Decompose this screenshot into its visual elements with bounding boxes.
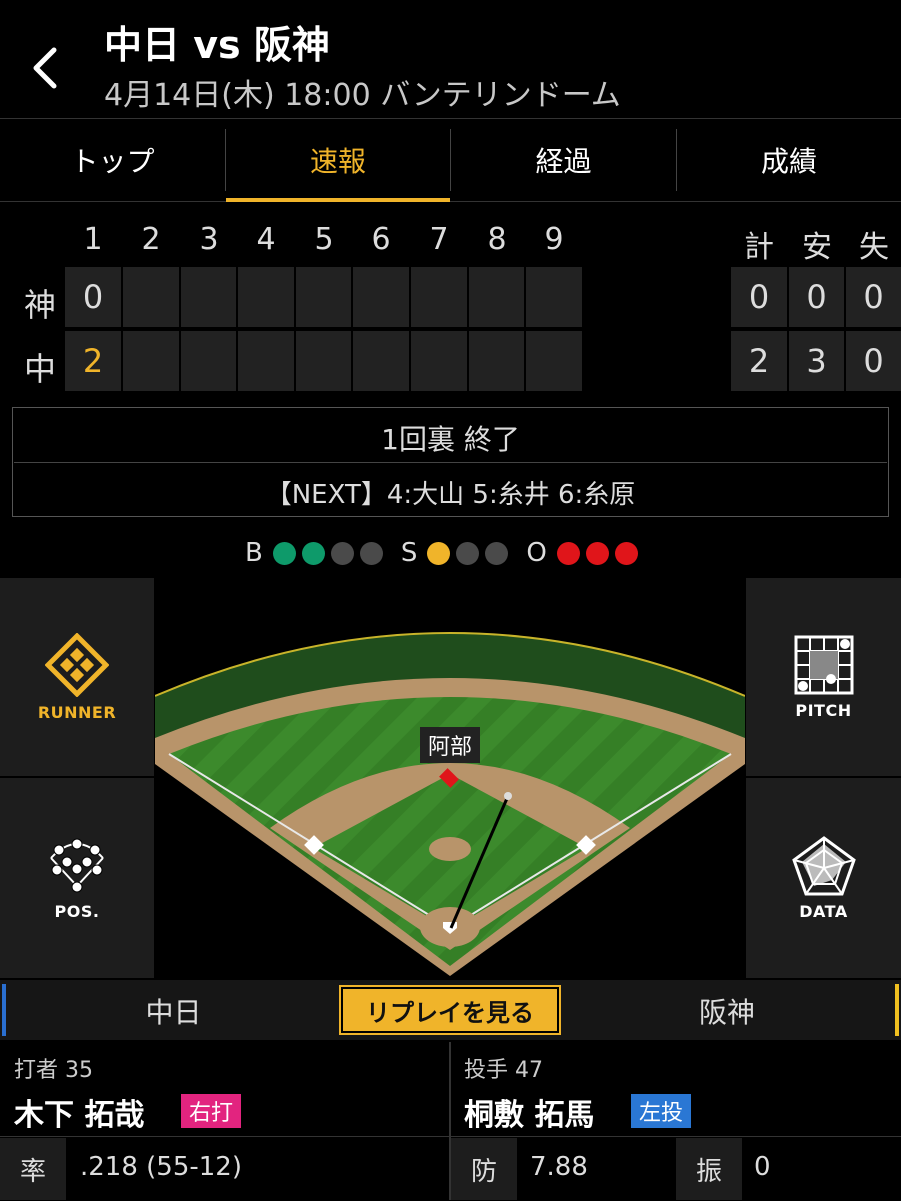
strike-dot (485, 541, 509, 565)
pitch-grid-icon (794, 635, 853, 694)
inning-header: 7 (429, 222, 449, 257)
pitcher-name[interactable]: 桐敷 拓馬 (464, 1090, 594, 1134)
total-errors-cell: 0 (846, 331, 901, 391)
radar-chart-icon (791, 835, 856, 895)
bso-count: B S O (245, 536, 638, 570)
total-runs-cell: 0 (731, 267, 787, 327)
runner-label: RUNNER (37, 702, 117, 722)
score-cell (526, 267, 582, 327)
fielder-label: 阿部 (420, 727, 480, 763)
positions-button[interactable]: POS. (0, 778, 154, 978)
strike-dot (456, 541, 480, 565)
batter-hand-badge: 右打 (181, 1094, 242, 1128)
inning-header: 8 (487, 222, 507, 257)
tab-top[interactable]: トップ (0, 119, 225, 201)
away-team-accent (895, 984, 899, 1036)
baseball-field (154, 578, 746, 976)
field-diagram (154, 578, 746, 976)
score-cell (469, 331, 524, 391)
home-team-tab[interactable]: 中日 (6, 984, 341, 1038)
pitcher-label: 投手 47 (464, 1058, 543, 1083)
positions-label: POS. (54, 901, 100, 921)
game-title: 中日 vs 阪神 (104, 23, 330, 67)
out-dot (585, 541, 609, 565)
tab-bar: トップ 速報 経過 成績 (0, 118, 901, 202)
inning-header: 6 (371, 222, 391, 257)
score-cell (411, 267, 467, 327)
era-key: 防 (451, 1138, 517, 1200)
era-value: 7.88 (530, 1152, 588, 1182)
inning-header: 1 (83, 222, 103, 257)
total-runs-cell: 2 (731, 331, 787, 391)
tab-live[interactable]: 速報 (226, 119, 450, 202)
divider (14, 462, 887, 463)
back-button[interactable] (22, 40, 72, 96)
ball-dot (272, 541, 296, 565)
ball-dot (359, 541, 383, 565)
pitch-label: PITCH (795, 700, 852, 720)
game-header: 中日 vs 阪神 4月14日(木) 18:00 バンテリンドーム (0, 0, 901, 118)
pitch-button[interactable]: PITCH (746, 578, 901, 776)
score-cell (238, 267, 294, 327)
score-cell (181, 331, 236, 391)
score-cell (123, 267, 179, 327)
totals-header: 失 (859, 230, 889, 265)
positions-icon (50, 838, 104, 892)
total-errors-cell: 0 (846, 267, 901, 327)
out-label: O (526, 538, 547, 568)
inning-header: 2 (141, 222, 161, 257)
inning-header: 9 (544, 222, 564, 257)
score-cell (353, 267, 409, 327)
strikeouts-key: 振 (676, 1138, 742, 1200)
score-cell (526, 331, 582, 391)
score-cell (123, 331, 179, 391)
ball-dot (330, 541, 354, 565)
ball-dot (301, 541, 325, 565)
replay-button[interactable]: リプレイを見る (341, 987, 559, 1033)
tab-stats[interactable]: 成績 (677, 119, 901, 201)
data-button[interactable]: DATA (746, 778, 901, 978)
total-hits-cell: 0 (789, 267, 844, 327)
batter-label: 打者 35 (14, 1058, 93, 1083)
batting-average-key: 率 (0, 1138, 66, 1200)
out-dot (556, 541, 580, 565)
score-cell: 0 (65, 267, 121, 327)
runner-diamond-icon (45, 632, 109, 697)
strikeouts-value: 0 (754, 1152, 771, 1182)
runner-button[interactable]: RUNNER (0, 578, 154, 776)
score-cell (469, 267, 524, 327)
chevron-left-icon (33, 47, 57, 89)
team-label-away: 神 (23, 286, 56, 324)
out-dot (614, 541, 638, 565)
data-label: DATA (799, 901, 848, 921)
strike-dot (427, 541, 451, 565)
game-subtitle: 4月14日(木) 18:00 バンテリンドーム (104, 78, 621, 113)
tab-progress[interactable]: 経過 (451, 119, 676, 201)
score-cell (181, 267, 236, 327)
total-hits-cell: 3 (789, 331, 844, 391)
next-batters: 【NEXT】4:大山 5:糸井 6:糸原 (265, 480, 636, 510)
ball-label: B (245, 538, 263, 568)
batting-average-value: .218 (55-12) (80, 1152, 242, 1182)
score-cell: 2 (65, 331, 121, 391)
inning-header: 4 (256, 222, 276, 257)
score-cell (353, 331, 409, 391)
score-cell (238, 331, 294, 391)
pitcher-hand-badge: 左投 (631, 1094, 692, 1128)
inning-header: 3 (199, 222, 219, 257)
inning-status: 1回裏 終了 (381, 423, 520, 456)
totals-header: 安 (802, 230, 832, 265)
batter-name[interactable]: 木下 拓哉 (14, 1090, 144, 1134)
score-cell (411, 331, 467, 391)
team-label-home: 中 (23, 350, 56, 388)
totals-header: 計 (744, 230, 774, 265)
away-team-tab[interactable]: 阪神 (559, 984, 895, 1038)
inning-header: 5 (314, 222, 334, 257)
score-cell (296, 331, 351, 391)
score-cell (296, 267, 351, 327)
strike-label: S (400, 538, 418, 568)
